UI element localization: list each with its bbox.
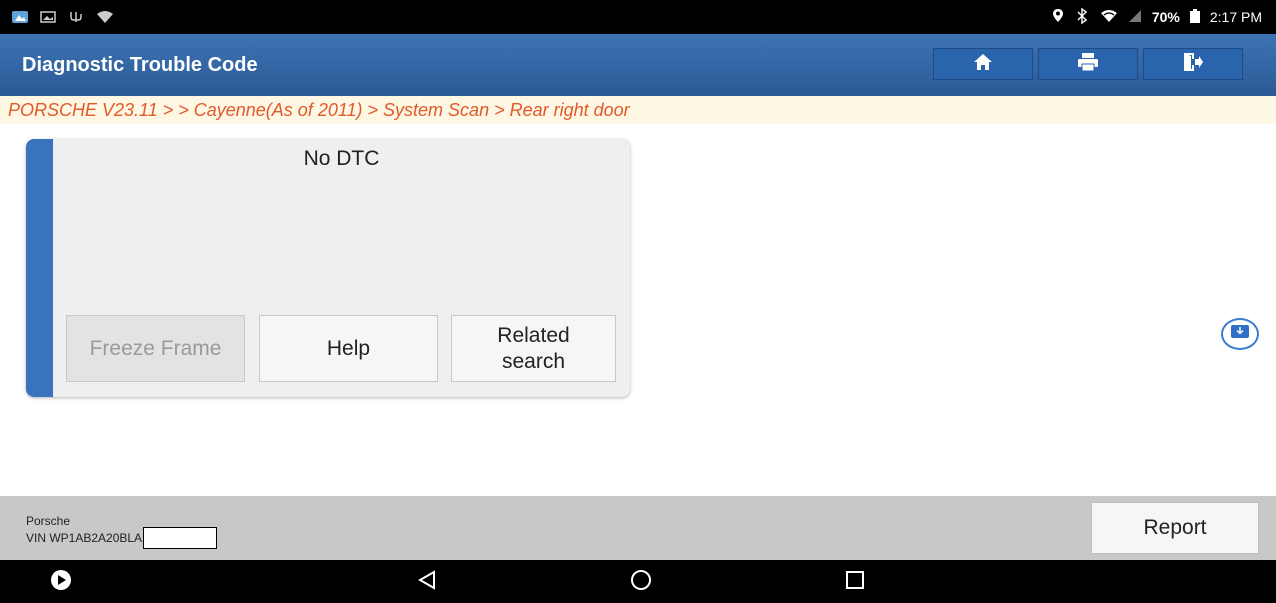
- back-triangle-icon: [417, 569, 437, 595]
- report-button[interactable]: Report: [1091, 502, 1259, 554]
- help-button[interactable]: Help: [259, 315, 438, 382]
- floating-download-button[interactable]: [1221, 318, 1259, 350]
- print-icon: [1077, 52, 1099, 77]
- vehicle-info-bar: Porsche VIN WP1AB2A20BLA Report: [0, 496, 1276, 560]
- title-bar: Diagnostic Trouble Code: [0, 34, 1276, 96]
- system-status: 70% 2:17 PM: [1052, 7, 1276, 27]
- android-nav-bar: [0, 560, 1276, 603]
- breadcrumb: PORSCHE V23.11 > > Cayenne(As of 2011) >…: [0, 96, 1276, 124]
- home-button[interactable]: [933, 48, 1033, 80]
- play-circle-icon: [50, 569, 72, 596]
- usb-debug-icon: [68, 10, 84, 24]
- card-accent-bar: [26, 139, 53, 397]
- page-title: Diagnostic Trouble Code: [22, 54, 258, 76]
- battery-icon: [1189, 8, 1200, 26]
- cell-signal-icon: [1128, 9, 1142, 26]
- home-icon: [973, 53, 993, 76]
- notification-icons: [0, 10, 113, 24]
- wifi-icon: [1100, 9, 1118, 26]
- app-notification-icon: [12, 10, 28, 24]
- vin-redaction: [143, 527, 218, 549]
- dtc-card: No DTC Freeze Frame Help Related search: [26, 139, 630, 397]
- location-icon: [1052, 8, 1064, 26]
- recents-square-icon: [845, 570, 865, 595]
- back-nav-button[interactable]: [414, 569, 440, 595]
- related-search-button[interactable]: Related search: [451, 315, 616, 382]
- battery-level: 70%: [1151, 9, 1180, 25]
- recents-nav-button[interactable]: [842, 569, 868, 595]
- download-icon: [1230, 324, 1250, 345]
- exit-icon: [1182, 52, 1204, 77]
- status-bar: 70% 2:17 PM: [0, 0, 1276, 34]
- wifi-question-icon: [96, 10, 113, 24]
- dtc-status: No DTC: [303, 147, 380, 170]
- vin-text: VIN WP1AB2A20BLA: [26, 531, 143, 545]
- home-nav-button[interactable]: [628, 569, 654, 595]
- vehicle-make: Porsche: [26, 514, 71, 528]
- play-nav-button[interactable]: [48, 569, 74, 595]
- print-button[interactable]: [1038, 48, 1138, 80]
- exit-button[interactable]: [1143, 48, 1243, 80]
- bluetooth-icon: [1074, 7, 1090, 27]
- home-circle-icon: [630, 569, 652, 596]
- clock: 2:17 PM: [1209, 9, 1262, 25]
- freeze-frame-button[interactable]: Freeze Frame: [66, 315, 245, 382]
- image-notification-icon: [40, 10, 56, 24]
- vin-line: VIN WP1AB2A20BLA: [26, 527, 218, 549]
